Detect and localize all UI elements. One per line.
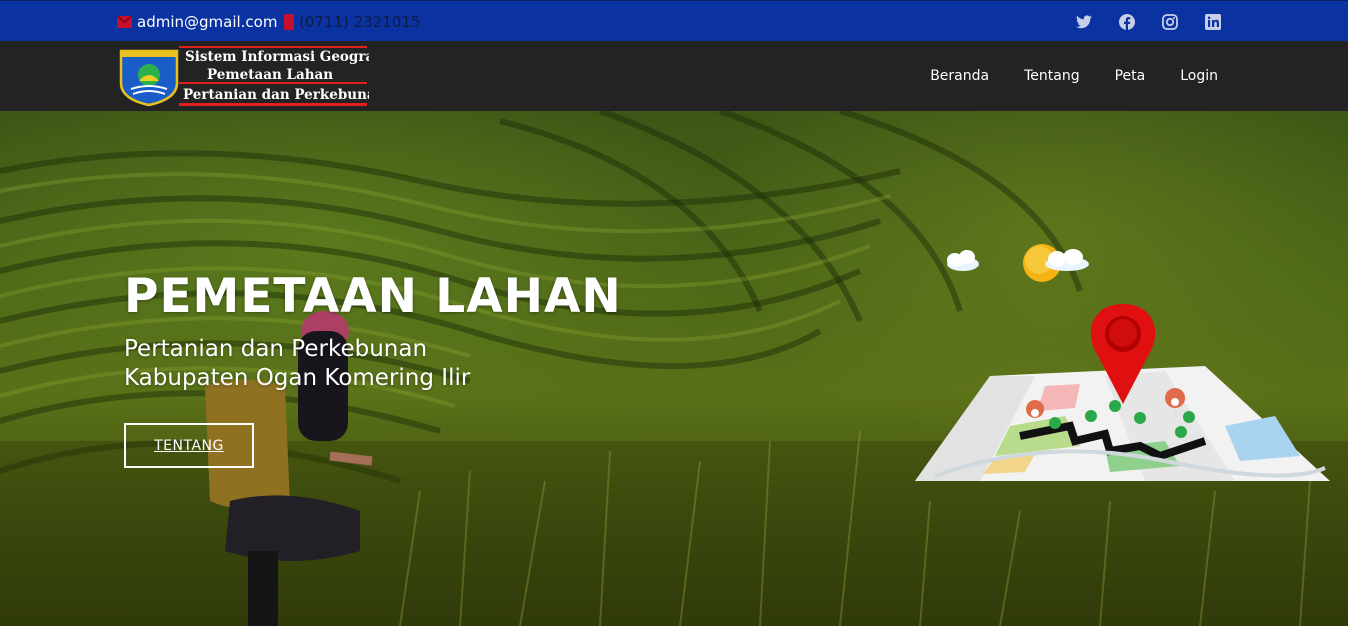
instagram-icon[interactable] (1162, 13, 1178, 30)
envelope-icon (117, 15, 132, 28)
linkedin-icon[interactable] (1205, 13, 1221, 30)
hero-title: PEMETAAN LAHAN (124, 269, 622, 324)
phone-contact[interactable]: (0711) 2321015 (284, 1, 420, 42)
map-pin-illustration (915, 244, 1330, 481)
top-contact-bar: admin@gmail.com (0711) 2321015 (0, 0, 1348, 41)
social-links (1076, 1, 1221, 42)
phone-text: (0711) 2321015 (299, 12, 421, 31)
main-navbar: Sistem Informasi Geografis Pemetaan Laha… (0, 41, 1348, 111)
logo-line-3: Pertanian dan Perkebunan (183, 87, 369, 103)
logo-line-2: Pemetaan Lahan (207, 67, 333, 83)
tentang-button[interactable]: TENTANG (124, 423, 254, 468)
site-logo[interactable]: Sistem Informasi Geografis Pemetaan Laha… (117, 45, 392, 109)
nav-beranda[interactable]: Beranda (930, 68, 989, 84)
regency-emblem-icon (119, 49, 179, 107)
email-text: admin@gmail.com (137, 12, 278, 31)
logo-line-1: Sistem Informasi Geografis (185, 49, 369, 65)
email-contact[interactable]: admin@gmail.com (117, 1, 277, 42)
facebook-icon[interactable] (1119, 13, 1135, 30)
hero-subtitle-line-1: Pertanian dan Perkebunan (124, 336, 428, 362)
hero-section: PEMETAAN LAHAN Pertanian dan Perkebunan … (0, 111, 1348, 626)
main-menu: Beranda Tentang Peta Login (930, 41, 1218, 111)
cloud-icon (947, 250, 979, 271)
nav-peta[interactable]: Peta (1115, 68, 1146, 84)
hero-text-block: PEMETAAN LAHAN Pertanian dan Perkebunan … (124, 271, 622, 393)
nav-login[interactable]: Login (1180, 68, 1218, 84)
phone-icon (284, 13, 294, 30)
twitter-icon[interactable] (1076, 14, 1092, 30)
nav-tentang[interactable]: Tentang (1024, 68, 1080, 84)
hero-subtitle-line-2: Kabupaten Ogan Komering Ilir (124, 365, 471, 391)
